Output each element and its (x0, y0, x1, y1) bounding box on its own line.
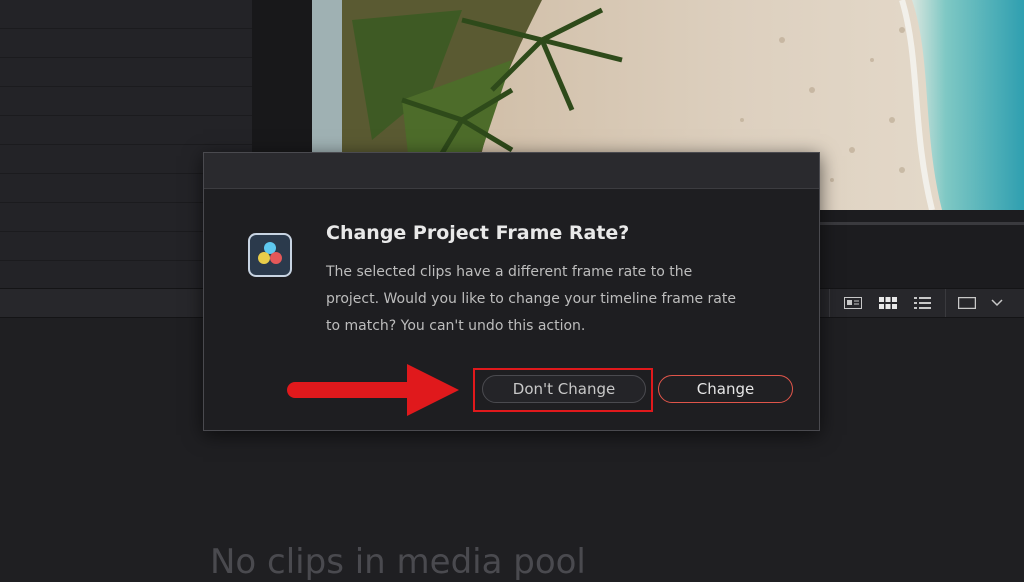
panel-row (0, 87, 252, 116)
panel-row (0, 0, 252, 29)
viewer-scrub-bar[interactable] (818, 222, 1024, 225)
empty-pool-message: No clips in media pool (210, 542, 586, 582)
list-view-icon[interactable] (914, 294, 932, 312)
highlight-box (473, 368, 653, 412)
chevron-down-icon[interactable] (988, 294, 1006, 312)
panel-row (0, 29, 252, 58)
change-button[interactable]: Change (658, 375, 793, 403)
panel-row (0, 58, 252, 87)
dialog-message: The selected clips have a different fram… (326, 264, 736, 334)
dialog-title: Change Project Frame Rate? (326, 222, 630, 244)
toolbar-separator (945, 289, 946, 317)
panel-row (0, 116, 252, 145)
metadata-view-icon[interactable] (844, 294, 862, 312)
red-arrow-icon (285, 362, 463, 422)
thumbnail-view-icon[interactable] (879, 294, 897, 312)
davinci-resolve-logo-icon (248, 233, 292, 277)
toolbar-separator (829, 289, 830, 317)
dialog-titlebar[interactable] (204, 153, 819, 189)
clip-frame-icon[interactable] (958, 294, 976, 312)
